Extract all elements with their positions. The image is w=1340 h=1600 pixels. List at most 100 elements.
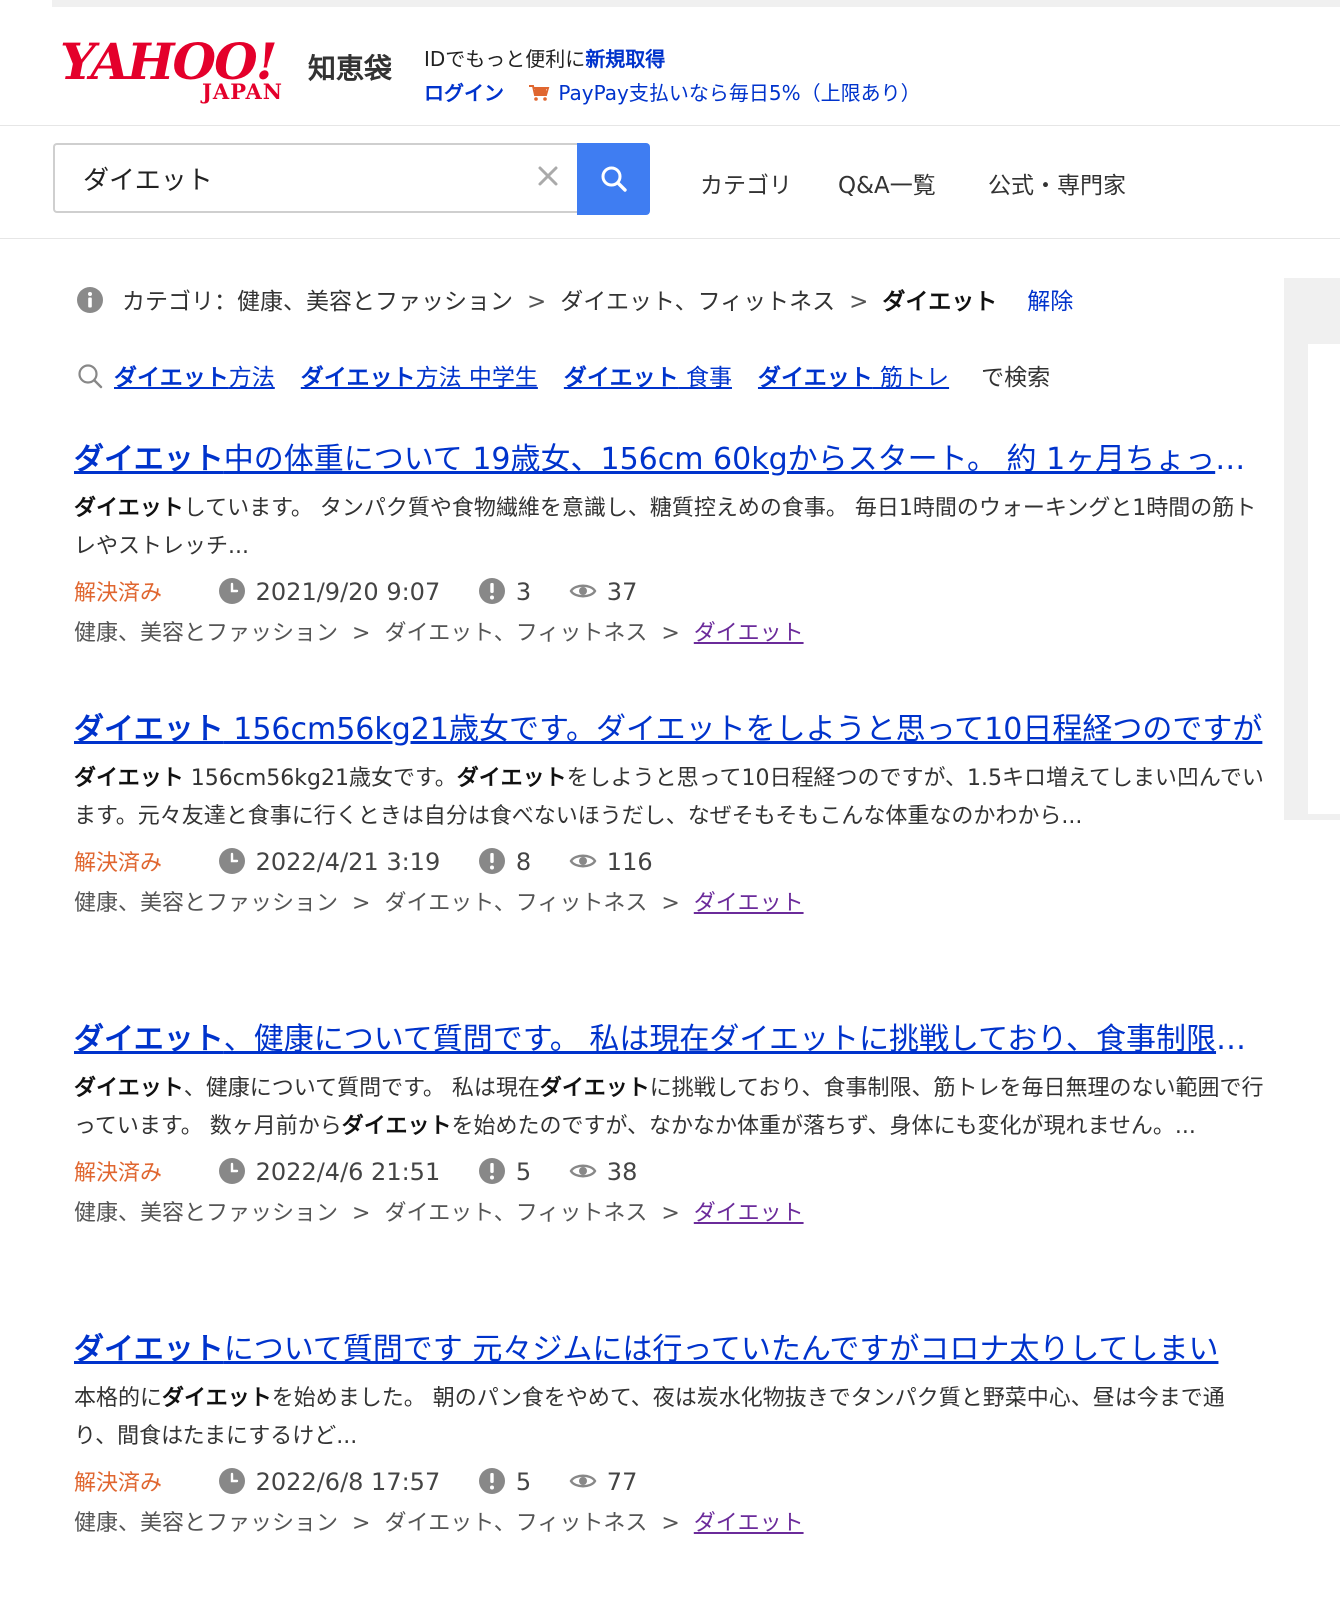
- nav-category[interactable]: カテゴリ: [700, 166, 792, 200]
- result-item: ダイエット 156cm56kg21歳女です。ダイエットをしようと思って10日程経…: [74, 710, 1266, 922]
- related-searches: ダイエット方法 ダイエット方法 中学生 ダイエット 食事 ダイエット 筋トレ で検索: [76, 358, 1050, 392]
- category-filter: カテゴリ：健康、美容とファッション > ダイエット、フィットネス > ダイエット 解除: [76, 282, 1073, 316]
- result-datetime: 2022/4/6 21:51: [255, 1158, 441, 1186]
- result-meta: 解決済み 2022/6/8 17:57 5 77: [74, 1464, 1266, 1500]
- category-label: カテゴリ：: [122, 289, 237, 315]
- answers-meta: 5: [478, 1464, 531, 1500]
- breadcrumb-separator: >: [527, 289, 547, 315]
- result-meta: 解決済み 2022/4/6 21:51 5 38: [74, 1154, 1266, 1190]
- result-datetime: 2022/6/8 17:57: [255, 1468, 441, 1496]
- datetime-meta: 2022/4/21 3:19: [218, 844, 441, 880]
- eye-icon: [569, 1474, 597, 1488]
- search-box: [53, 143, 577, 213]
- related-search-suffix: で検索: [981, 365, 1051, 391]
- result-category: 健康、美容とファッション > ダイエット、フィットネス > ダイエット: [74, 1196, 1266, 1232]
- datetime-meta: 2021/9/20 9:07: [218, 574, 441, 610]
- side-panel-card: [1308, 344, 1340, 814]
- result-category-path-1: 健康、美容とファッション: [74, 891, 339, 916]
- result-title-link[interactable]: ダイエット中の体重について 19歳女、156cm 60kgからスタート。 約 1…: [74, 440, 1266, 480]
- eye-icon: [569, 1164, 597, 1178]
- result-category-path-2: ダイエット、フィットネス: [384, 621, 648, 646]
- site-header: YAHOO! JAPAN 知恵袋 IDでもっと便利に新規取得 ログイン PayP…: [0, 7, 1340, 126]
- chiebukuro-logo[interactable]: 知恵袋: [308, 47, 392, 87]
- result-category-path-1: 健康、美容とファッション: [74, 1511, 339, 1536]
- info-icon: [77, 287, 103, 313]
- related-search-link[interactable]: ダイエット方法 中学生: [301, 365, 538, 391]
- clear-filter-link[interactable]: 解除: [1027, 289, 1073, 315]
- result-views: 37: [606, 578, 638, 606]
- result-datetime: 2021/9/20 9:07: [255, 578, 441, 606]
- result-answers: 5: [515, 1468, 532, 1496]
- breadcrumb-separator: >: [352, 621, 371, 646]
- answer-count-icon: [478, 1468, 505, 1494]
- clear-icon[interactable]: [533, 161, 563, 191]
- id-prompt-text: IDでもっと便利に: [424, 47, 586, 71]
- side-panel-card-2: [1308, 622, 1340, 742]
- result-category-path-1: 健康、美容とファッション: [74, 621, 339, 646]
- result-category-path-2: ダイエット、フィットネス: [384, 1511, 648, 1536]
- paypay-promo-link[interactable]: PayPay支払いなら毎日5%（上限あり）: [558, 81, 920, 105]
- result-meta: 解決済み 2022/4/21 3:19 8 116: [74, 844, 1266, 880]
- result-title-link[interactable]: ダイエットについて質問です 元々ジムには行っていたんですがコロナ太りしてしまい: [74, 1330, 1266, 1370]
- breadcrumb-separator: >: [661, 1201, 680, 1226]
- answers-meta: 8: [478, 844, 531, 880]
- views-meta: 37: [569, 574, 638, 610]
- answers-meta: 5: [478, 1154, 531, 1190]
- result-snippet: ダイエットしています。 タンパク質や食物繊維を意識し、糖質控えめの食事。 毎日1…: [74, 496, 1257, 559]
- category-path-2: ダイエット、フィットネス: [560, 289, 836, 315]
- eye-icon: [569, 584, 597, 598]
- search-button[interactable]: [577, 143, 650, 215]
- magnifier-icon: [78, 364, 103, 389]
- status-badge: 解決済み: [74, 1471, 163, 1496]
- clock-icon: [218, 1468, 245, 1494]
- breadcrumb-separator: >: [352, 1511, 371, 1536]
- status-badge: 解決済み: [74, 1161, 163, 1186]
- logo-japan-text: JAPAN: [202, 79, 283, 104]
- login-promo-line: ログイン PayPay支払いなら毎日5%（上限あり）: [424, 77, 921, 106]
- answer-count-icon: [478, 1158, 505, 1184]
- related-search-link[interactable]: ダイエット 筋トレ: [758, 365, 949, 391]
- answers-meta: 3: [478, 574, 531, 610]
- breadcrumb-separator: >: [661, 1511, 680, 1536]
- result-category: 健康、美容とファッション > ダイエット、フィットネス > ダイエット: [74, 886, 1266, 922]
- status-badge: 解決済み: [74, 581, 163, 606]
- nav-qa-list[interactable]: Q&A一覧: [838, 166, 936, 200]
- result-category-link[interactable]: ダイエット: [694, 1511, 804, 1536]
- result-category-link[interactable]: ダイエット: [694, 1201, 804, 1226]
- result-item: ダイエット中の体重について 19歳女、156cm 60kgからスタート。 約 1…: [74, 440, 1266, 652]
- search-bar: カテゴリ Q&A一覧 公式・専門家: [0, 126, 1340, 239]
- search-icon: [601, 166, 627, 192]
- result-category-path-2: ダイエット、フィットネス: [384, 1201, 648, 1226]
- result-category-link[interactable]: ダイエット: [694, 621, 804, 646]
- result-item: ダイエットについて質問です 元々ジムには行っていたんですがコロナ太りしてしまい …: [74, 1330, 1266, 1542]
- result-views: 116: [606, 848, 653, 876]
- result-title-link[interactable]: ダイエット、健康について質問です。 私は現在ダイエットに挑戦しており、食事制限、…: [74, 1020, 1266, 1060]
- clock-icon: [218, 848, 245, 874]
- search-input[interactable]: [83, 159, 503, 197]
- result-views: 38: [606, 1158, 638, 1186]
- result-datetime: 2022/4/21 3:19: [255, 848, 441, 876]
- login-link[interactable]: ログイン: [424, 81, 504, 105]
- answer-count-icon: [478, 578, 505, 604]
- result-category: 健康、美容とファッション > ダイエット、フィットネス > ダイエット: [74, 1506, 1266, 1542]
- nav-official-experts[interactable]: 公式・専門家: [988, 166, 1126, 200]
- result-category-path-1: 健康、美容とファッション: [74, 1201, 339, 1226]
- yahoo-logo[interactable]: YAHOO! JAPAN: [60, 35, 305, 105]
- result-views: 77: [606, 1468, 638, 1496]
- views-meta: 38: [569, 1154, 638, 1190]
- result-title-link[interactable]: ダイエット 156cm56kg21歳女です。ダイエットをしようと思って10日程経…: [74, 710, 1266, 750]
- id-promo-line: IDでもっと便利に新規取得: [424, 43, 665, 72]
- datetime-meta: 2022/6/8 17:57: [218, 1464, 441, 1500]
- breadcrumb-separator: >: [352, 891, 371, 916]
- result-category-link[interactable]: ダイエット: [694, 891, 804, 916]
- result-answers: 3: [515, 578, 532, 606]
- clock-icon: [218, 1158, 245, 1184]
- related-search-link[interactable]: ダイエット方法: [114, 365, 275, 391]
- category-current: ダイエット: [882, 289, 998, 315]
- result-answers: 5: [515, 1158, 532, 1186]
- cart-icon: [529, 85, 550, 101]
- signup-link[interactable]: 新規取得: [585, 47, 665, 71]
- related-search-link[interactable]: ダイエット 食事: [564, 365, 732, 391]
- result-snippet: ダイエット、健康について質問です。 私は現在ダイエットに挑戦しており、食事制限、…: [74, 1076, 1264, 1139]
- result-meta: 解決済み 2021/9/20 9:07 3 37: [74, 574, 1266, 610]
